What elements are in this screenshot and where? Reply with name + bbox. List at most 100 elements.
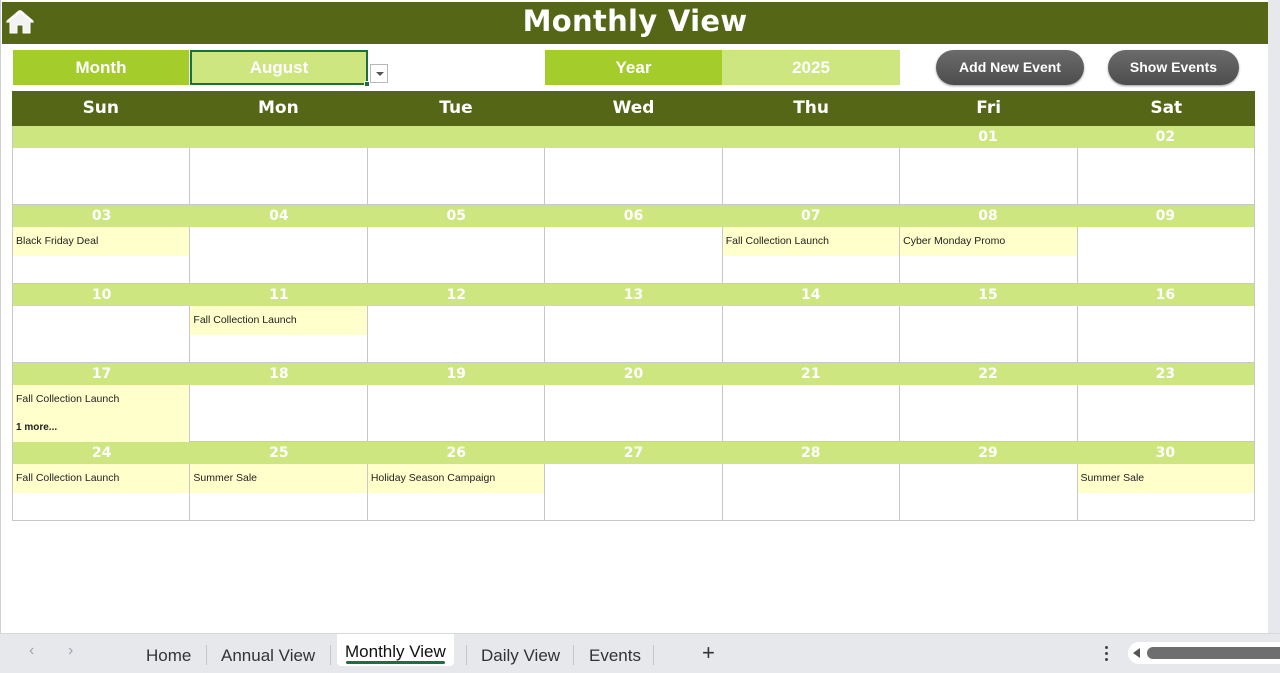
day-number: 06 [623, 208, 644, 224]
page-title: Monthly View [522, 4, 748, 38]
day-cell[interactable] [190, 148, 368, 204]
day-cell[interactable] [900, 148, 1078, 204]
week-events-row [13, 148, 1254, 205]
tab-separator [466, 645, 467, 665]
event-item[interactable]: Summer Sale [190, 464, 367, 493]
scrollbar-thumb[interactable] [1147, 647, 1280, 659]
show-events-button[interactable]: Show Events [1108, 50, 1239, 85]
tab-home[interactable]: Home [146, 642, 191, 670]
day-number: 30 [1155, 445, 1176, 461]
day-cell[interactable] [1077, 148, 1254, 204]
day-number [545, 126, 722, 148]
tab-monthly-view[interactable]: Monthly View [337, 634, 454, 666]
day-number: 14 [801, 287, 821, 303]
day-cell[interactable] [900, 464, 1078, 520]
event-item[interactable]: Black Friday Deal [13, 227, 190, 256]
day-cell[interactable]: Black Friday Deal [13, 227, 191, 283]
week-events-row: Fall Collection Launch Summer Sale Holiday… [13, 464, 1254, 521]
dow-sat: Sat [1150, 98, 1183, 118]
day-number: 22 [978, 366, 998, 382]
day-number: 08 [978, 208, 998, 224]
sheet-gutter [1268, 0, 1280, 633]
day-cell[interactable]: Summer Sale [190, 464, 368, 520]
event-item[interactable]: Fall Collection Launch [722, 227, 900, 256]
calendar-week: 03 04 05 06 07 08 09 Black Friday Deal Fall Coll… [12, 205, 1255, 284]
day-cell[interactable] [367, 148, 546, 204]
add-sheet-plus-icon[interactable]: + [702, 640, 715, 666]
tab-daily-view[interactable]: Daily View [481, 642, 560, 670]
month-dropdown-chevron-icon[interactable] [370, 64, 388, 83]
day-number: 20 [623, 366, 644, 382]
day-number: 24 [91, 445, 112, 461]
day-number: 05 [446, 208, 466, 224]
day-cell[interactable] [13, 148, 191, 204]
day-cell[interactable] [722, 148, 901, 204]
tab-separator [653, 645, 654, 665]
day-number: 18 [269, 366, 289, 382]
day-cell[interactable] [190, 385, 368, 441]
more-events-link[interactable]: 1 more... [13, 414, 190, 442]
day-number: 07 [801, 208, 821, 224]
day-cell[interactable] [190, 227, 368, 283]
tab-annual-view[interactable]: Annual View [221, 642, 315, 670]
day-number [13, 126, 190, 148]
day-number: 25 [269, 445, 289, 461]
day-cell[interactable] [367, 227, 546, 283]
day-cell[interactable] [545, 227, 723, 283]
event-item[interactable]: Fall Collection Launch [13, 385, 190, 414]
event-item[interactable]: Fall Collection Launch [13, 464, 190, 493]
day-cell[interactable] [1077, 306, 1254, 362]
week-date-row: 24 25 26 27 28 29 30 [13, 442, 1254, 464]
day-number: 15 [978, 287, 998, 303]
day-cell[interactable]: Fall Collection Launch [13, 464, 191, 520]
day-number: 04 [269, 208, 289, 224]
horizontal-scrollbar[interactable] [1128, 642, 1280, 664]
event-item[interactable]: Fall Collection Launch [190, 306, 367, 335]
month-select[interactable]: August [190, 50, 370, 87]
day-cell[interactable]: Summer Sale [1077, 464, 1254, 520]
day-number: 19 [446, 366, 466, 382]
day-cell[interactable] [1077, 227, 1254, 283]
day-cell[interactable] [13, 306, 191, 362]
day-cell[interactable] [900, 385, 1078, 441]
day-cell[interactable] [545, 464, 723, 520]
day-cell[interactable] [722, 464, 901, 520]
day-cell[interactable] [1077, 385, 1254, 441]
day-cell[interactable]: Fall Collection Launch [190, 306, 368, 362]
calendar-week: 17 18 19 20 21 22 23 Fall Collection Launch 1 mo… [12, 363, 1255, 442]
event-item[interactable]: Holiday Season Campaign [367, 464, 545, 493]
day-cell[interactable] [722, 385, 901, 441]
day-cell[interactable]: Cyber Monday Promo [900, 227, 1078, 283]
day-cell[interactable] [900, 306, 1078, 362]
week-date-row: 01 02 [13, 126, 1254, 148]
day-cell[interactable] [367, 306, 546, 362]
dow-mon: Mon [258, 98, 299, 118]
calendar-week: 24 25 26 27 28 29 30 Fall Collection Launch Summ… [12, 442, 1255, 521]
day-cell[interactable] [545, 385, 723, 441]
worksheet: Monthly View Month August Year 2025 Add … [0, 0, 1268, 633]
day-number: 21 [801, 366, 821, 382]
event-item[interactable]: Summer Sale [1077, 464, 1254, 493]
year-value[interactable]: 2025 [722, 50, 900, 85]
scroll-left-icon[interactable] [1133, 648, 1140, 658]
day-cell[interactable] [722, 306, 901, 362]
day-cell[interactable]: Fall Collection Launch 1 more... [13, 385, 191, 442]
prev-sheet-chevron-left-icon[interactable]: ‹ [29, 642, 34, 660]
calendar-weeks: 01 02 03 04 05 06 07 08 09 Black Friday Deal Fall … [12, 126, 1255, 521]
week-date-row: 10 11 12 13 14 15 16 [13, 284, 1254, 306]
add-new-event-button[interactable]: Add New Event [936, 50, 1084, 85]
month-value: August [249, 58, 309, 77]
month-label: Month [13, 50, 189, 85]
next-sheet-chevron-right-icon[interactable]: › [68, 642, 73, 660]
title-bar: Monthly View [2, 2, 1268, 44]
active-tab-underline [346, 661, 445, 664]
day-cell[interactable] [545, 306, 723, 362]
event-item[interactable]: Cyber Monday Promo [900, 227, 1077, 256]
more-options-icon[interactable] [1103, 644, 1109, 664]
dow-sun: Sun [82, 98, 120, 118]
day-cell[interactable]: Fall Collection Launch [722, 227, 901, 283]
day-cell[interactable] [367, 385, 546, 441]
day-cell[interactable]: Holiday Season Campaign [367, 464, 546, 520]
tab-events[interactable]: Events [589, 642, 641, 670]
day-cell[interactable] [545, 148, 723, 204]
